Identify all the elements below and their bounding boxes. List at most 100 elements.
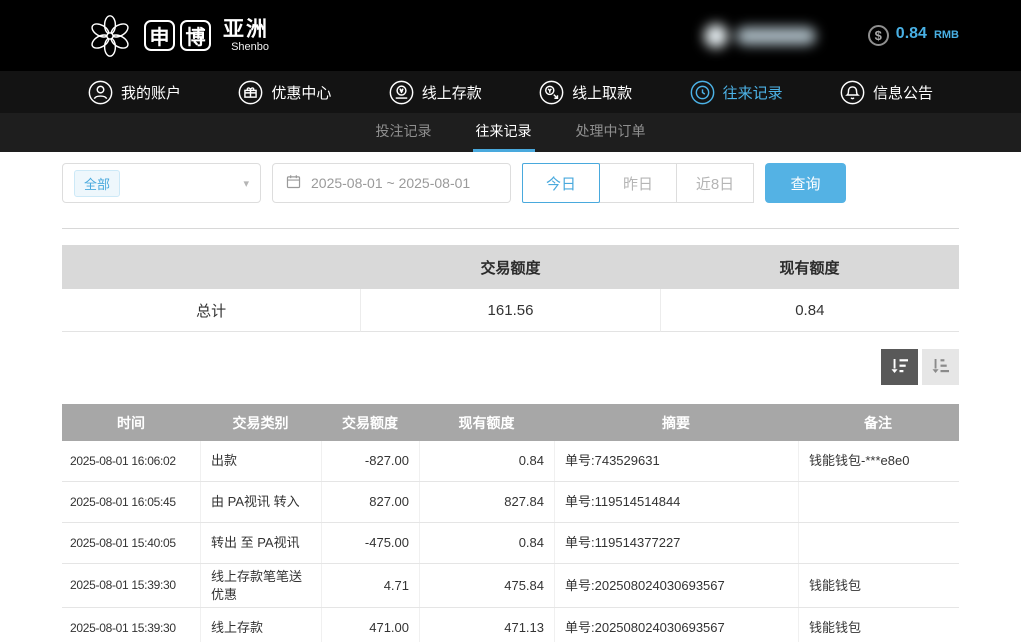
cell-balance: 475.84 — [419, 564, 554, 607]
logo-char-1: 申 — [144, 20, 175, 51]
today-button[interactable]: 今日 — [522, 163, 600, 203]
cell-balance: 827.84 — [419, 482, 554, 522]
last-8-days-button[interactable]: 近8日 — [676, 163, 754, 203]
date-range-input[interactable]: 2025-08-01 ~ 2025-08-01 — [272, 163, 511, 203]
cell-remark — [798, 482, 958, 522]
summary-header-empty — [62, 245, 361, 289]
cell-amount: -827.00 — [321, 441, 419, 481]
sub-nav: 投注记录 往来记录 处理中订单 — [0, 113, 1021, 152]
sort-desc-button[interactable] — [881, 349, 918, 385]
summary-table: 交易额度 现有额度 总计 161.56 0.84 — [62, 245, 959, 332]
cell-amount: 471.00 — [321, 608, 419, 642]
logo-characters: 申 博 — [144, 20, 211, 51]
deposit-coin-icon — [389, 80, 414, 105]
cell-summary: 单号:119514514844 — [554, 482, 798, 522]
query-button[interactable]: 查询 — [765, 163, 846, 203]
sort-asc-icon — [931, 356, 951, 379]
header-right: $ 0.84 RMB — [704, 24, 959, 48]
nav-item-transaction-records[interactable]: 往来记录 — [690, 80, 783, 105]
logo-region: 亚洲 — [223, 18, 269, 41]
table-row: 2025-08-01 16:05:45由 PA视讯 转入827.00827.84… — [62, 482, 959, 523]
yesterday-button[interactable]: 昨日 — [599, 163, 677, 203]
cell-remark — [798, 523, 958, 563]
table-row: 2025-08-01 15:40:05转出 至 PA视讯-475.000.84单… — [62, 523, 959, 564]
cell-summary: 单号:202508024030693567 — [554, 564, 798, 607]
top-header: 申 博 亚洲 Shenbo $ 0.84 RMB — [0, 0, 1021, 71]
user-avatar — [704, 24, 728, 48]
header-time: 时间 — [62, 404, 200, 441]
flower-logo-icon — [85, 11, 135, 61]
cell-type: 线上存款笔笔送优惠 — [200, 564, 321, 607]
nav-item-online-withdrawal[interactable]: 线上取款 — [539, 80, 632, 105]
table-row: 2025-08-01 16:06:02出款-827.000.84单号:74352… — [62, 441, 959, 482]
table-row: 2025-08-01 15:39:30线上存款471.00471.13单号:20… — [62, 608, 959, 642]
user-icon — [88, 80, 113, 105]
cell-time: 2025-08-01 15:40:05 — [62, 523, 200, 563]
date-range-value: 2025-08-01 ~ 2025-08-01 — [311, 175, 470, 191]
type-select[interactable]: 全部 ▾ — [62, 163, 261, 203]
nav-item-promotions[interactable]: 优惠中心 — [238, 80, 331, 105]
records-table-header: 时间 交易类别 交易额度 现有额度 摘要 备注 — [62, 404, 959, 441]
balance-amount: 0.84 — [896, 25, 927, 43]
cell-time: 2025-08-01 16:05:45 — [62, 482, 200, 522]
summary-header-row: 交易额度 现有额度 — [62, 245, 959, 289]
cell-summary: 单号:119514377227 — [554, 523, 798, 563]
nav-item-announcements[interactable]: 信息公告 — [840, 80, 933, 105]
cell-time: 2025-08-01 15:39:30 — [62, 564, 200, 607]
summary-header-transaction-amount: 交易额度 — [361, 245, 660, 289]
cell-amount: 4.71 — [321, 564, 419, 607]
summary-total-current-balance: 0.84 — [660, 289, 959, 332]
cell-amount: -475.00 — [321, 523, 419, 563]
tab-transaction-records[interactable]: 往来记录 — [473, 113, 535, 152]
cell-type: 由 PA视讯 转入 — [200, 482, 321, 522]
nav-item-label: 线上存款 — [422, 82, 482, 103]
summary-header-current-balance: 现有额度 — [660, 245, 959, 289]
cell-remark: 钱能钱包 — [798, 608, 958, 642]
sort-controls — [62, 349, 959, 385]
user-account-blurred[interactable] — [704, 24, 816, 48]
cell-remark: 钱能钱包 — [798, 564, 958, 607]
header-transaction-amount: 交易额度 — [321, 404, 419, 441]
cell-balance: 0.84 — [419, 441, 554, 481]
dollar-circle-icon: $ — [868, 25, 889, 46]
tab-processing-orders[interactable]: 处理中订单 — [573, 113, 649, 152]
header-remark: 备注 — [798, 404, 958, 441]
balance-display: $ 0.84 RMB — [868, 25, 959, 46]
nav-item-label: 我的账户 — [121, 82, 181, 103]
records-table: 时间 交易类别 交易额度 现有额度 摘要 备注 2025-08-01 16:06… — [62, 404, 959, 642]
nav-item-label: 信息公告 — [873, 82, 933, 103]
main-nav: 我的账户 优惠中心 线上存款 线上取款 — [0, 71, 1021, 113]
summary-total-row: 总计 161.56 0.84 — [62, 289, 959, 332]
nav-item-label: 优惠中心 — [271, 82, 331, 103]
caret-down-icon: ▾ — [243, 177, 249, 190]
bell-icon — [840, 80, 865, 105]
type-select-value: 全部 — [74, 170, 120, 197]
content-area: 全部 ▾ 2025-08-01 ~ 2025-08-01 今日 昨日 近8日 查… — [0, 152, 1021, 642]
cell-amount: 827.00 — [321, 482, 419, 522]
header-transaction-type: 交易类别 — [200, 404, 321, 441]
sort-asc-button[interactable] — [922, 349, 959, 385]
cell-type: 出款 — [200, 441, 321, 481]
summary-total-transaction-amount: 161.56 — [360, 289, 659, 332]
logo-brand-en: Shenbo — [223, 41, 269, 53]
records-table-body: 2025-08-01 16:06:02出款-827.000.84单号:74352… — [62, 441, 959, 642]
nav-item-label: 往来记录 — [723, 82, 783, 103]
divider-line — [62, 228, 959, 229]
nav-item-my-account[interactable]: 我的账户 — [88, 80, 181, 105]
brand-logo[interactable]: 申 博 亚洲 Shenbo — [85, 11, 269, 61]
filter-bar: 全部 ▾ 2025-08-01 ~ 2025-08-01 今日 昨日 近8日 查… — [62, 163, 959, 203]
nav-item-label: 线上取款 — [572, 82, 632, 103]
cell-type: 线上存款 — [200, 608, 321, 642]
quick-date-group: 今日 昨日 近8日 — [522, 163, 754, 203]
cell-summary: 单号:743529631 — [554, 441, 798, 481]
cell-summary: 单号:202508024030693567 — [554, 608, 798, 642]
tab-betting-records[interactable]: 投注记录 — [373, 113, 435, 152]
cell-remark: 钱能钱包-***e8e0 — [798, 441, 958, 481]
cell-time: 2025-08-01 15:39:30 — [62, 608, 200, 642]
balance-currency: RMB — [934, 29, 959, 41]
history-clock-icon — [690, 80, 715, 105]
cell-balance: 0.84 — [419, 523, 554, 563]
logo-char-2: 博 — [180, 20, 211, 51]
cell-type: 转出 至 PA视讯 — [200, 523, 321, 563]
nav-item-online-deposit[interactable]: 线上存款 — [389, 80, 482, 105]
